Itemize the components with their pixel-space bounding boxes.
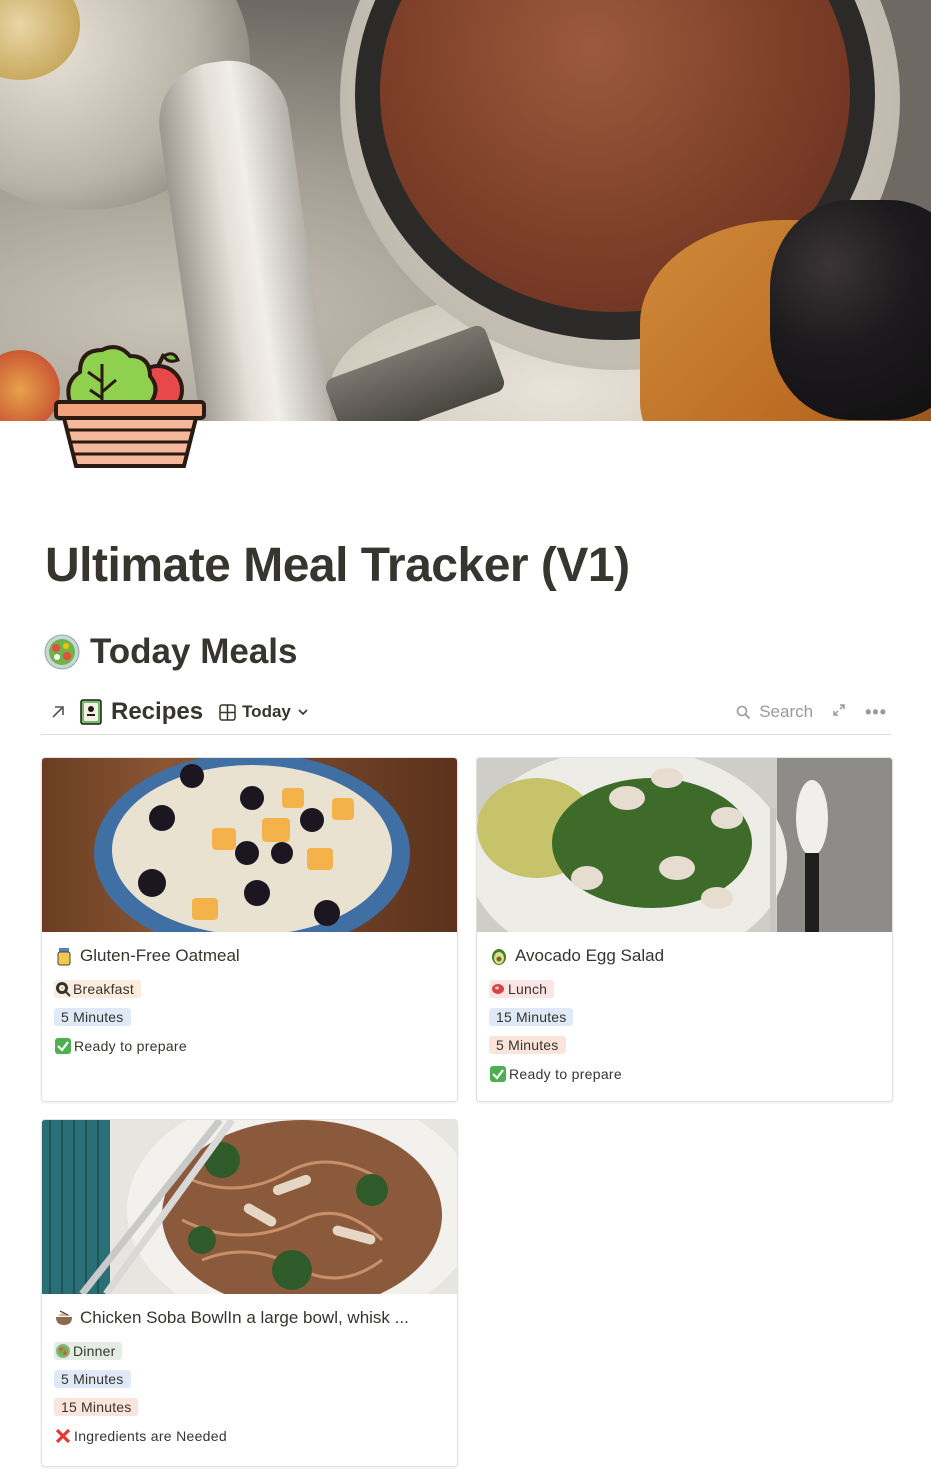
check-icon xyxy=(490,1066,506,1082)
search-icon xyxy=(736,705,751,719)
card-title: Chicken Soba BowlIn a large bowl, whisk … xyxy=(54,1306,445,1330)
time-tag: 5 Minutes xyxy=(54,1008,131,1026)
recipe-card[interactable]: Chicken Soba BowlIn a large bowl, whisk … xyxy=(41,1119,458,1467)
time-tag: 15 Minutes xyxy=(54,1398,139,1416)
cross-icon xyxy=(55,1428,71,1444)
card-cover-image xyxy=(477,758,892,932)
view-selector[interactable]: Today xyxy=(219,702,309,722)
database-header: Recipes Today Search ••• xyxy=(41,690,891,735)
card-title: Gluten-Free Oatmeal xyxy=(54,944,445,968)
status: Ready to prepare xyxy=(489,1060,880,1088)
card-title: Avocado Egg Salad xyxy=(489,944,880,968)
recipe-card[interactable]: Avocado Egg Salad Lunch 15 Minutes 5 Min… xyxy=(476,757,893,1102)
recipe-card[interactable]: Gluten-Free Oatmeal Breakfast 5 Minutes … xyxy=(41,757,458,1102)
card-cover-image xyxy=(42,1120,457,1294)
section-title: Today Meals xyxy=(90,632,298,671)
chevron-down-icon xyxy=(298,709,308,716)
oatmeal-jar-icon xyxy=(57,948,71,966)
page-title: Ultimate Meal Tracker (V1) xyxy=(45,539,630,592)
time-tag: 15 Minutes xyxy=(489,1008,574,1026)
open-link-arrow-icon[interactable] xyxy=(45,699,71,725)
status: Ready to prepare xyxy=(54,1032,445,1060)
meal-tag: Lunch xyxy=(489,980,555,998)
frying-pan-icon xyxy=(56,982,71,997)
basket-icon[interactable] xyxy=(52,342,208,476)
card-cover-image xyxy=(42,758,457,932)
salad-icon xyxy=(44,634,80,670)
expand-icon[interactable] xyxy=(831,702,847,723)
database-title[interactable]: Recipes xyxy=(111,698,203,726)
section-heading: Today Meals xyxy=(44,630,297,674)
meal-tag: Breakfast xyxy=(54,980,141,998)
bowl-icon xyxy=(56,1310,72,1325)
more-options-icon[interactable]: ••• xyxy=(865,702,887,723)
view-label: Today xyxy=(242,702,291,721)
search-button[interactable]: Search xyxy=(736,702,813,722)
time-tag: 5 Minutes xyxy=(489,1036,566,1054)
gallery-view-icon xyxy=(219,703,236,721)
time-tag: 5 Minutes xyxy=(54,1370,131,1388)
meal-tag: Dinner xyxy=(54,1342,123,1360)
meat-icon xyxy=(492,984,504,994)
salad-icon xyxy=(56,1344,70,1358)
recipe-book-icon xyxy=(80,699,102,725)
search-label: Search xyxy=(759,702,814,721)
status: Ingredients are Needed xyxy=(54,1422,445,1450)
check-icon xyxy=(55,1038,71,1054)
avocado-icon xyxy=(492,949,506,965)
